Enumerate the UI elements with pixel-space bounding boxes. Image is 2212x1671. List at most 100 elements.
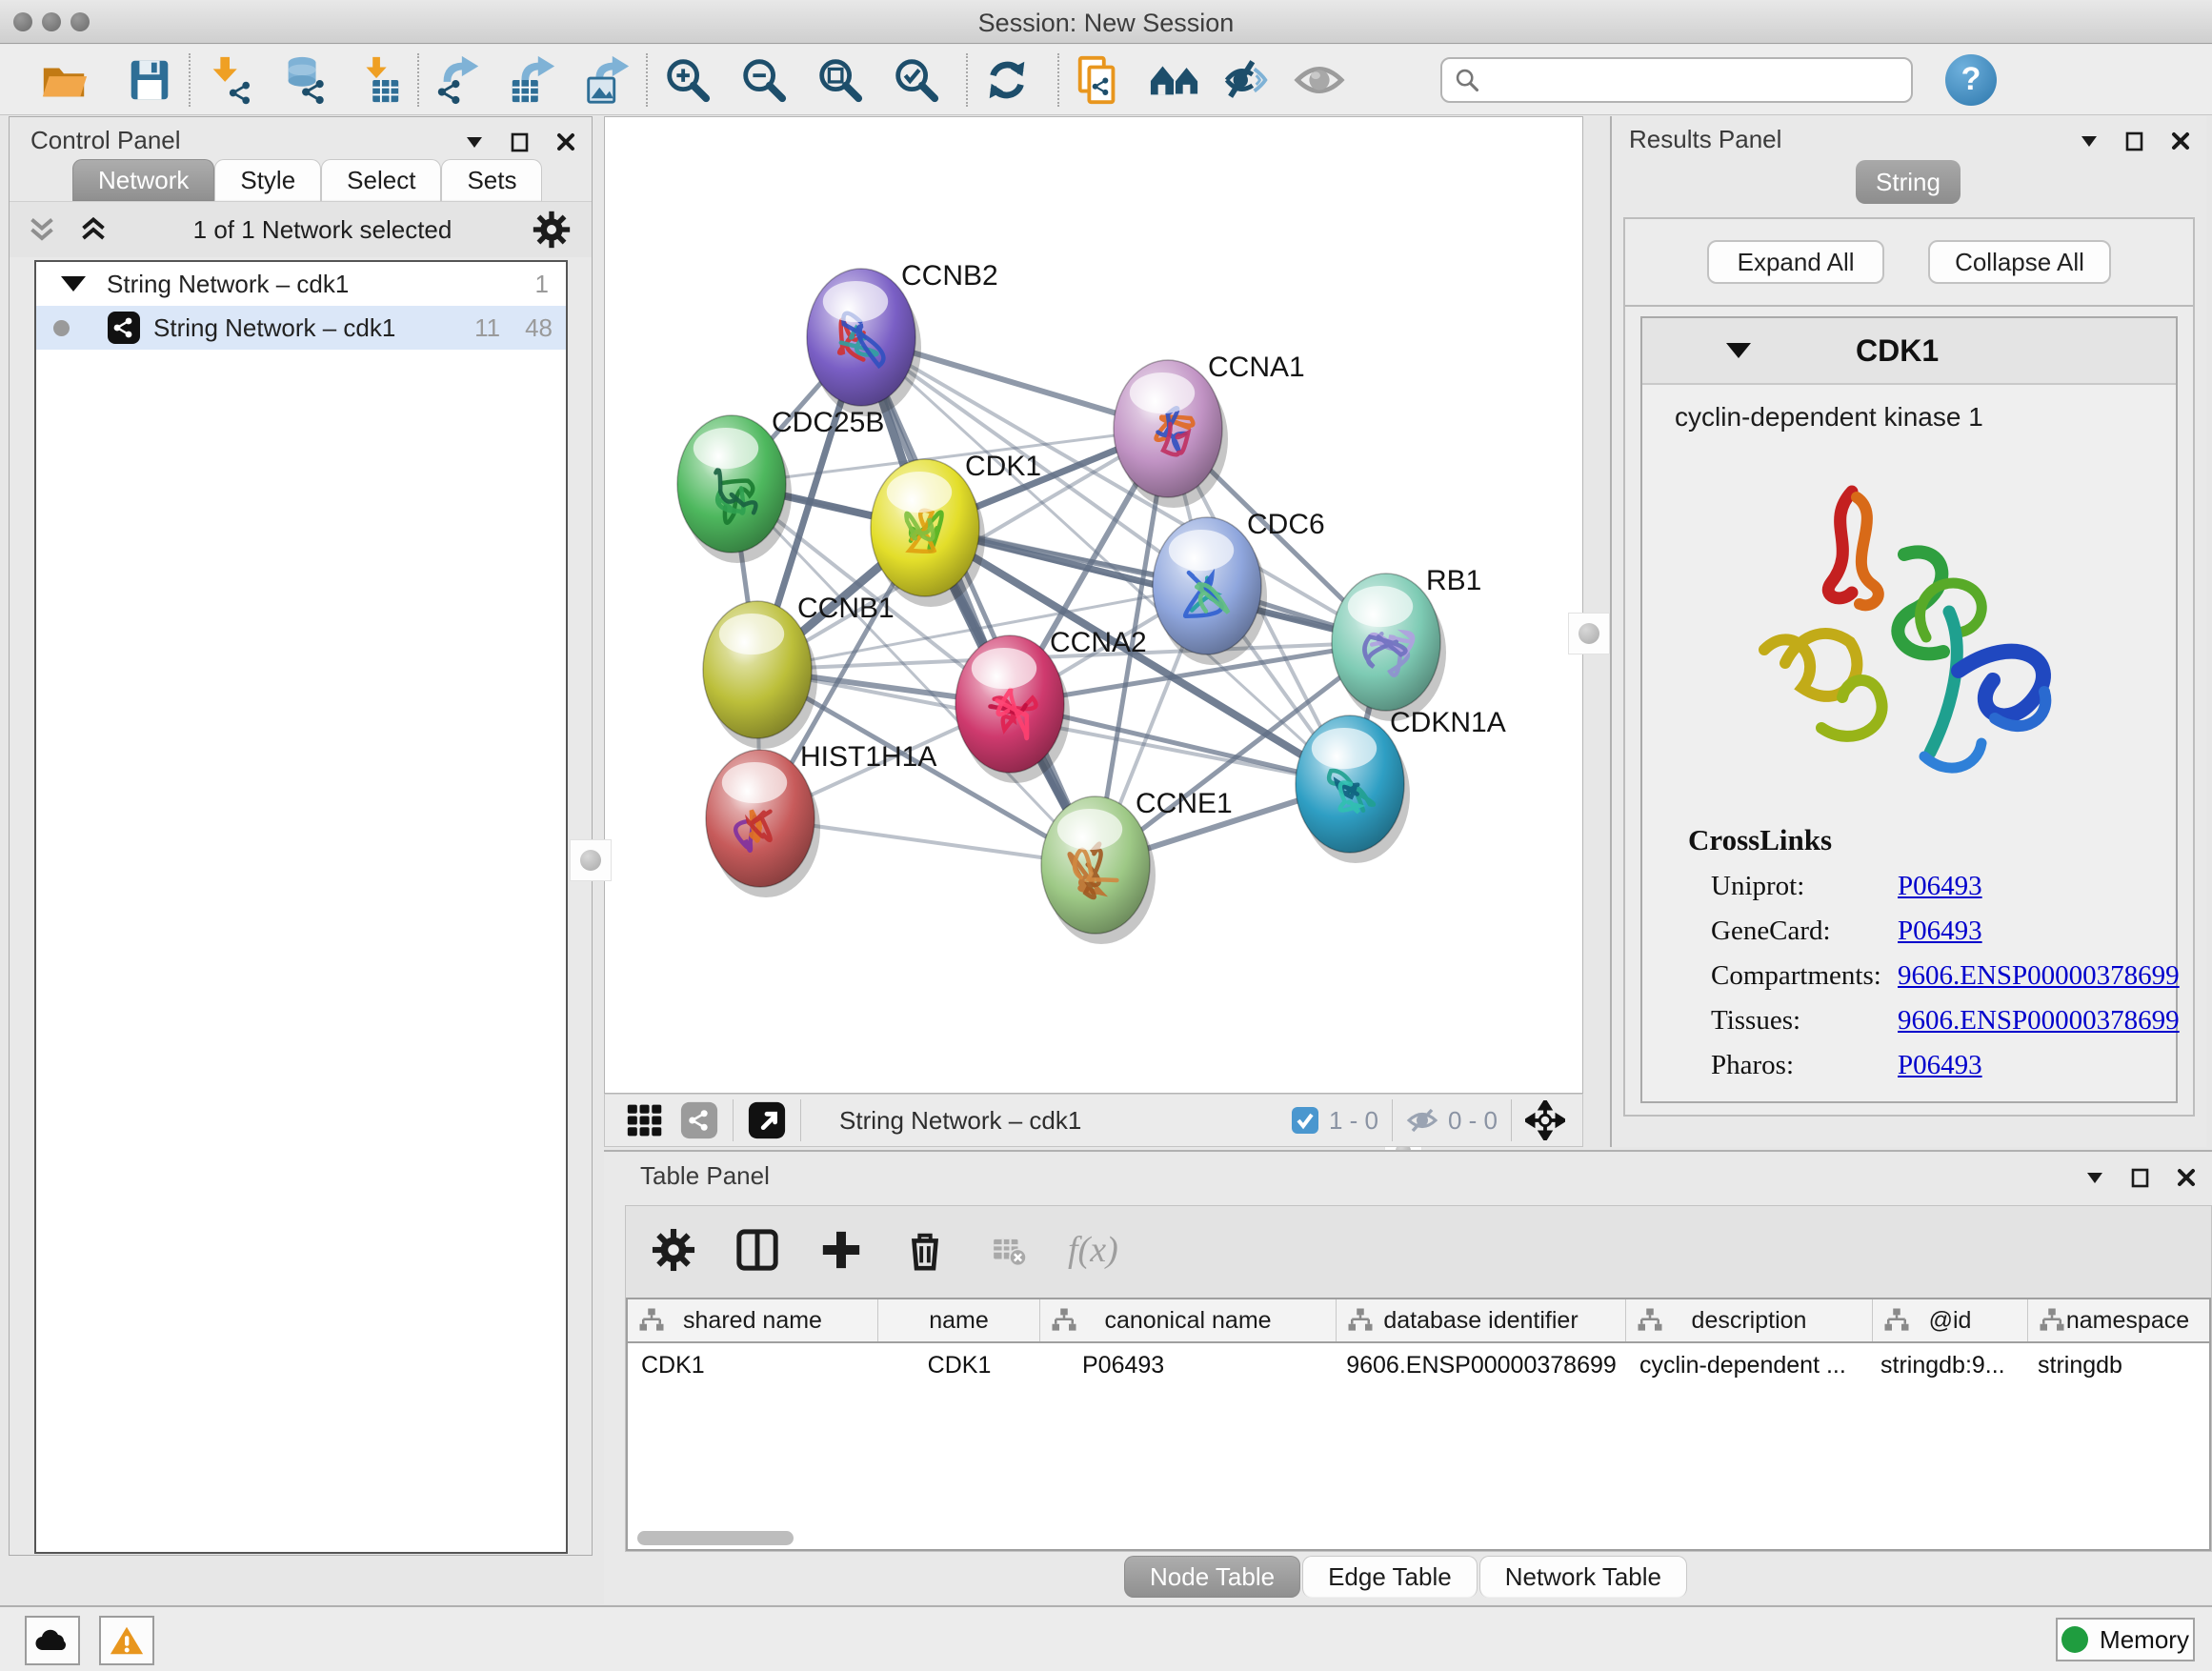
network-node-CDC6[interactable]: CDC6 xyxy=(1153,509,1325,665)
crosslink-link[interactable]: 9606.ENSP00000378699 xyxy=(1898,960,2180,992)
network-node-CCNB1[interactable]: CCNB1 xyxy=(703,593,895,749)
panel-close-icon[interactable] xyxy=(553,130,578,154)
add-column-icon[interactable] xyxy=(816,1225,866,1275)
network-node-CCNA2[interactable]: CCNA2 xyxy=(955,627,1147,783)
column-header-namespace[interactable]: namespace xyxy=(2028,1299,2211,1341)
birds-eye-view-icon[interactable] xyxy=(1525,1099,1565,1141)
network-share-view-icon[interactable] xyxy=(679,1099,719,1141)
expand-all-button[interactable]: Expand All xyxy=(1707,240,1884,284)
crosslink-link[interactable]: 9606.ENSP00000378699 xyxy=(1898,1005,2180,1037)
panel-menu-icon[interactable] xyxy=(462,130,487,154)
search-input[interactable] xyxy=(1480,67,1900,93)
panel-close-icon[interactable] xyxy=(2174,1165,2199,1190)
import-network-file-icon[interactable] xyxy=(200,50,259,110)
crosslink-link[interactable]: P06493 xyxy=(1898,1050,1982,1081)
column-header-canonical-name[interactable]: canonical name xyxy=(1040,1299,1337,1341)
zoom-fit-icon[interactable] xyxy=(810,50,869,110)
export-image-icon[interactable] xyxy=(577,50,636,110)
column-header-description[interactable]: description xyxy=(1626,1299,1873,1341)
import-network-database-icon[interactable] xyxy=(274,50,333,110)
import-table-file-icon[interactable] xyxy=(349,50,408,110)
selected-nodes-checkbox-icon[interactable] xyxy=(1291,1106,1319,1135)
export-table-icon[interactable] xyxy=(503,50,562,110)
selected-count-badge: 1 - 0 xyxy=(1329,1106,1378,1136)
collection-count: 1 xyxy=(535,270,549,299)
network-edge-CCNB2-CCNE1[interactable] xyxy=(861,337,1096,865)
crosslink-label: Compartments: xyxy=(1711,960,1898,992)
left-splitter-handle[interactable] xyxy=(570,839,612,881)
toolbar-separator xyxy=(646,53,648,107)
refresh-view-icon[interactable] xyxy=(977,50,1036,110)
node-table: shared namenamecanonical namedatabase id… xyxy=(626,1298,2211,1551)
tab-network-table[interactable]: Network Table xyxy=(1479,1556,1687,1598)
crosslinks-heading: CrossLinks xyxy=(1688,823,2176,857)
panel-float-icon[interactable] xyxy=(508,130,533,154)
collection-expand-icon[interactable] xyxy=(61,276,86,292)
delete-column-icon[interactable] xyxy=(900,1225,950,1275)
table-row[interactable]: CDK1CDK1P064939606.ENSP00000378699cyclin… xyxy=(628,1343,2209,1387)
node-label-CDC6: CDC6 xyxy=(1247,509,1325,540)
protein-section-header[interactable]: CDK1 xyxy=(1642,318,2176,385)
apply-function-icon[interactable]: f(x) xyxy=(1068,1229,1118,1271)
tab-network[interactable]: Network xyxy=(72,159,214,201)
network-home-icon[interactable] xyxy=(1145,50,1204,110)
network-node-CDC25B[interactable]: CDC25B xyxy=(677,407,884,563)
panel-close-icon[interactable] xyxy=(2168,129,2193,153)
collapse-all-networks-icon[interactable] xyxy=(23,212,61,247)
column-header-@id[interactable]: @id xyxy=(1873,1299,2028,1341)
expand-all-networks-icon[interactable] xyxy=(74,212,112,247)
network-node-RB1[interactable]: RB1 xyxy=(1332,565,1481,721)
tab-node-table[interactable]: Node Table xyxy=(1124,1556,1300,1598)
column-header-database-identifier[interactable]: database identifier xyxy=(1337,1299,1626,1341)
panel-float-icon[interactable] xyxy=(2122,129,2147,153)
hide-selected-eye-icon[interactable] xyxy=(1217,50,1277,110)
zoom-selected-icon[interactable] xyxy=(886,50,945,110)
column-header-shared-name[interactable]: shared name xyxy=(628,1299,878,1341)
zoom-in-icon[interactable] xyxy=(657,50,716,110)
cloud-button[interactable] xyxy=(25,1616,80,1665)
crosslink-link[interactable]: P06493 xyxy=(1898,871,1982,902)
open-session-icon[interactable] xyxy=(34,50,93,110)
panel-menu-icon[interactable] xyxy=(2077,129,2101,153)
open-in-window-icon[interactable] xyxy=(747,1099,787,1141)
network-node-HIST1H1A[interactable]: HIST1H1A xyxy=(706,741,936,897)
network-row-selected[interactable]: String Network – cdk1 11 48 xyxy=(36,306,566,350)
delete-table-icon[interactable] xyxy=(984,1225,1034,1275)
help-button[interactable]: ? xyxy=(1945,54,1997,106)
panel-float-icon[interactable] xyxy=(2128,1165,2153,1190)
tab-string[interactable]: String xyxy=(1856,160,1961,204)
network-node-CDKN1A[interactable]: CDKN1A xyxy=(1296,707,1506,863)
network-collection-row[interactable]: String Network – cdk1 1 xyxy=(36,262,566,306)
horizontal-scrollbar[interactable] xyxy=(637,1531,794,1545)
export-network-icon[interactable] xyxy=(429,50,488,110)
string-app-icon xyxy=(108,312,140,344)
hidden-eye-icon[interactable] xyxy=(1406,1106,1438,1135)
table-options-gear-icon[interactable] xyxy=(649,1225,698,1275)
section-collapse-icon[interactable] xyxy=(1726,343,1751,358)
network-options-gear-icon[interactable] xyxy=(533,211,571,249)
grid-view-icon[interactable] xyxy=(626,1099,664,1141)
tab-select[interactable]: Select xyxy=(321,159,441,201)
crosslink-link[interactable]: P06493 xyxy=(1898,916,1982,947)
toolbar-separator xyxy=(189,53,191,107)
show-columns-icon[interactable] xyxy=(733,1225,782,1275)
network-node-CCNA1[interactable]: CCNA1 xyxy=(1114,352,1305,508)
zoom-out-icon[interactable] xyxy=(734,50,793,110)
warnings-button[interactable] xyxy=(99,1616,154,1665)
network-canvas[interactable]: CCNB2CCNA1CDC25BCDK1CDC6RB1CCNB1CCNA2CDK… xyxy=(604,116,1583,1094)
show-all-eye-icon[interactable] xyxy=(1290,50,1349,110)
node-label-RB1: RB1 xyxy=(1426,565,1481,596)
tab-style[interactable]: Style xyxy=(214,159,321,201)
right-splitter-handle[interactable] xyxy=(1568,613,1610,654)
network-node-CCNB2[interactable]: CCNB2 xyxy=(807,260,998,416)
annotations-icon[interactable] xyxy=(1069,50,1128,110)
save-session-icon[interactable] xyxy=(120,50,179,110)
node-label-CCNA1: CCNA1 xyxy=(1208,352,1305,383)
tab-edge-table[interactable]: Edge Table xyxy=(1302,1556,1478,1598)
column-header-name[interactable]: name xyxy=(878,1299,1040,1341)
network-node-CCNE1[interactable]: CCNE1 xyxy=(1041,788,1233,944)
tab-sets[interactable]: Sets xyxy=(441,159,542,201)
panel-menu-icon[interactable] xyxy=(2082,1165,2107,1190)
collapse-all-button[interactable]: Collapse All xyxy=(1928,240,2111,284)
memory-button[interactable]: Memory xyxy=(2056,1618,2195,1661)
